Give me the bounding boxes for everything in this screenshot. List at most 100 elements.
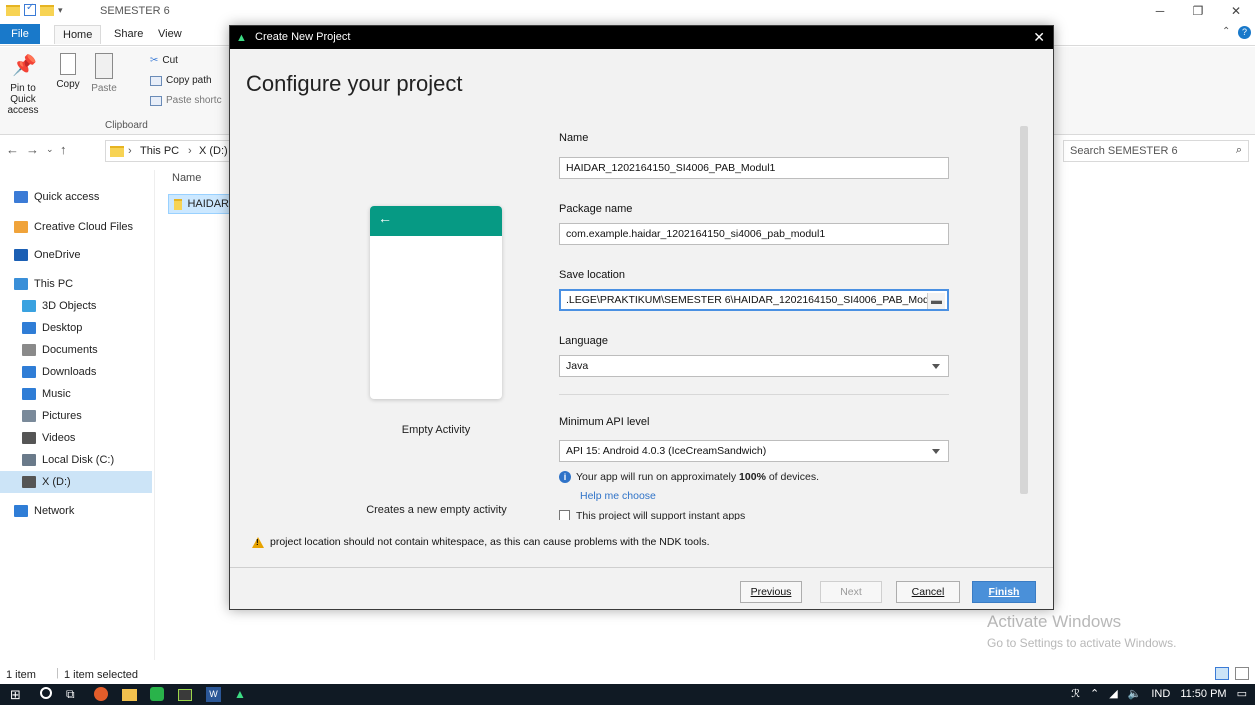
collapse-ribbon-icon[interactable]: ⌃ (1222, 26, 1230, 37)
scrollbar[interactable] (1020, 126, 1028, 494)
task-view-icon[interactable]: ⧉ (66, 687, 82, 702)
package-name-field[interactable]: com.example.haidar_1202164150_si4006_pab… (559, 223, 949, 245)
tab-file[interactable]: File (0, 24, 40, 44)
nav-item-3d-objects[interactable]: 3D Objects (0, 295, 152, 317)
cloud-icon (14, 249, 28, 261)
nav-item-this-pc[interactable]: This PC (0, 273, 152, 295)
instant-apps-checkbox[interactable] (559, 510, 570, 520)
nav-item-local-disk-c[interactable]: Local Disk (C:) (0, 449, 152, 471)
pictures-icon (22, 410, 36, 422)
instant-apps-label: This project will support instant apps (576, 510, 746, 520)
nav-item-documents[interactable]: Documents (0, 339, 152, 361)
paste-shortcut-button[interactable]: Paste shortc (150, 95, 222, 106)
drive-icon (22, 476, 36, 488)
show-hidden-icons-icon[interactable]: ⌃ (1090, 687, 1099, 700)
cancel-label: Cancel (911, 586, 945, 598)
cancel-button[interactable]: Cancel (896, 581, 960, 603)
video-icon (22, 432, 36, 444)
new-folder-icon[interactable] (40, 4, 54, 16)
tab-home[interactable]: Home (54, 25, 102, 44)
paste-button[interactable]: Paste (84, 53, 124, 94)
minimize-icon[interactable]: ─ (1141, 0, 1179, 22)
back-icon[interactable]: ← (6, 142, 19, 157)
min-api-select[interactable]: API 15: Android 4.0.3 (IceCreamSandwich) (559, 440, 949, 462)
folder-icon (174, 198, 183, 210)
volume-icon[interactable]: 🔈 (1128, 687, 1142, 700)
folder-icon (6, 4, 20, 16)
tab-share[interactable]: Share (106, 25, 151, 44)
nav-item-pictures[interactable]: Pictures (0, 405, 152, 427)
close-icon[interactable]: ✕ (1033, 29, 1045, 46)
dialog-title-bar: ▲ Create New Project ✕ (230, 26, 1053, 49)
tab-view[interactable]: View (150, 25, 190, 44)
browse-folder-icon[interactable]: ▬ (927, 293, 945, 309)
breadcrumb-drive[interactable]: X (D:) (199, 145, 228, 157)
details-view-icon[interactable] (1215, 667, 1229, 680)
nav-item-creative-cloud-files[interactable]: Creative Cloud Files (0, 216, 152, 238)
language-indicator[interactable]: IND (1151, 688, 1170, 700)
customize-toolbar-icon[interactable]: ▾ (58, 5, 63, 16)
desktop-icon (22, 322, 36, 334)
name-field[interactable]: HAIDAR_1202164150_SI4006_PAB_Modul1 (559, 157, 949, 179)
template-preview: ← (370, 206, 502, 399)
nav-item-music[interactable]: Music (0, 383, 152, 405)
warning-icon: ! (252, 536, 264, 548)
firefox-icon[interactable] (94, 687, 108, 701)
instant-apps-row[interactable]: This project will support instant apps (559, 510, 745, 520)
column-header-name[interactable]: Name (172, 172, 201, 184)
help-icon[interactable]: ? (1238, 26, 1251, 39)
properties-icon[interactable] (24, 2, 36, 16)
save-location-field[interactable]: .LEGE\PRAKTIKUM\SEMESTER 6\HAIDAR_120216… (559, 289, 949, 311)
line-app-icon[interactable] (150, 687, 164, 701)
android-studio-icon[interactable]: ▲ (234, 687, 250, 702)
language-select[interactable]: Java (559, 355, 949, 377)
search-icon[interactable] (40, 687, 52, 699)
word-icon[interactable]: W (206, 687, 221, 702)
nav-item-videos[interactable]: Videos (0, 427, 152, 449)
search-input[interactable]: Search SEMESTER 6 ⌕ (1063, 140, 1249, 162)
clock[interactable]: 11:50 PM (1180, 688, 1226, 700)
terminal-app-icon[interactable] (178, 689, 192, 701)
file-explorer-icon[interactable] (122, 689, 137, 701)
large-icons-view-icon[interactable] (1235, 667, 1249, 680)
breadcrumb-this-pc[interactable]: This PC (140, 145, 179, 157)
notifications-icon[interactable]: ▭ (1237, 687, 1247, 700)
people-icon[interactable]: ℛ (1071, 687, 1080, 700)
up-icon[interactable]: ↑ (60, 142, 67, 157)
recent-locations-icon[interactable]: ⌄ (46, 144, 54, 155)
quick-access-toolbar[interactable]: ▾ (6, 2, 63, 16)
nav-item-desktop[interactable]: Desktop (0, 317, 152, 339)
previous-button[interactable]: Previous (740, 581, 802, 603)
package-name-label: Package name (559, 203, 633, 215)
nav-item-label: Downloads (42, 366, 97, 378)
nav-item-downloads[interactable]: Downloads (0, 361, 152, 383)
nav-item-onedrive[interactable]: OneDrive (0, 244, 152, 266)
info-text-suffix: of devices. (765, 471, 820, 483)
help-me-choose-link[interactable]: Help me choose (580, 490, 656, 502)
chevron-down-icon (932, 449, 940, 454)
file-row[interactable]: HAIDAR (168, 194, 230, 214)
pin-quick-access-button[interactable]: 📌 Pin to Quick access (0, 53, 46, 116)
nav-item-network[interactable]: Network (0, 500, 152, 522)
copy-button[interactable]: Copy (48, 53, 88, 90)
info-text-prefix: Your app will run on approximately (576, 471, 740, 483)
network-icon[interactable]: ◢ (1109, 687, 1117, 700)
next-button[interactable]: Next (820, 581, 882, 603)
address-bar[interactable]: › This PC › X (D:) (105, 140, 230, 162)
nav-item-quick-access[interactable]: Quick access (0, 186, 152, 208)
creative-cloud-icon (14, 221, 28, 233)
maximize-icon[interactable]: ❐ (1179, 0, 1217, 22)
close-icon[interactable]: ✕ (1217, 0, 1255, 22)
forward-icon[interactable]: → (26, 142, 39, 157)
api-coverage-info: i Your app will run on approximately 100… (559, 471, 819, 483)
copy-path-button[interactable]: Copy path (150, 75, 212, 86)
star-icon (14, 191, 28, 203)
file-name: HAIDAR (187, 198, 229, 210)
nav-item-x-d[interactable]: X (D:) (0, 471, 152, 493)
finish-button[interactable]: Finish (972, 581, 1036, 603)
cut-button[interactable]: ✂ Cut (150, 55, 178, 66)
item-count: 1 item (6, 669, 36, 681)
windows-start-icon[interactable]: ⊞ (10, 687, 26, 702)
nav-item-label: This PC (34, 278, 74, 290)
next-label: Next (840, 586, 862, 598)
